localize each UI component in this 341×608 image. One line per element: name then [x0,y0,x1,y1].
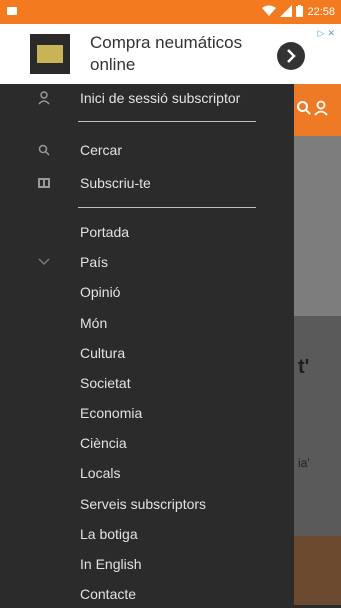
chevron-right-icon[interactable] [277,42,305,70]
menu-item-mon[interactable]: Món [0,309,294,337]
user-icon[interactable] [314,100,328,121]
menu-item-label: In English [80,556,142,572]
ad-text[interactable]: Compra neumáticos online [90,32,260,76]
menu-item-label: Opinió [80,284,121,300]
menu-item-label: Subscriu-te [80,175,151,191]
menu-item-subscribe[interactable]: Subscriu-te [0,169,294,197]
menu-item-label: Societat [80,375,131,391]
menu-item-serveis-subscriptors[interactable]: Serveis subscriptors [0,490,294,518]
menu-item-societat[interactable]: Societat [0,369,294,397]
text-fragment: ia' [298,456,310,470]
divider [78,207,256,208]
menu-item-label: Serveis subscriptors [80,496,207,512]
menu-item-opinio[interactable]: Opinió [0,278,294,306]
menu-item-label: Locals [80,465,121,481]
status-right: 22:58 [262,4,335,20]
background-photo [294,136,341,316]
search-icon[interactable] [296,100,312,121]
menu-item-in-english[interactable]: In English [0,550,294,578]
menu-item-ciencia[interactable]: Ciència [0,429,294,457]
notification-icon [6,5,18,20]
menu-item-label: Cultura [80,345,126,361]
menu-item-label: Ciència [80,435,127,451]
menu-item-label: Economia [80,405,143,421]
background-body: t' ia' [294,316,341,536]
menu-item-label: País [80,254,109,270]
ad-corner: ▷ ✕ [318,28,335,39]
menu-item-economia[interactable]: Economia [0,399,294,427]
signal-icon [280,4,293,20]
menu-item-locals[interactable]: Locals [0,459,294,487]
clock: 22:58 [307,6,335,18]
menu-item-label: Contacte [80,586,137,602]
menu-item-label: Inici de sessió subscriptor [80,90,241,106]
ad-logo [30,34,70,74]
background-header [294,84,341,136]
menu-item-label: Cercar [80,142,123,158]
ad-close-icon[interactable]: ✕ [327,28,335,39]
status-bar: 22:58 [0,0,341,24]
ad-banner[interactable]: Compra neumáticos online ▷ ✕ [0,24,341,84]
newspaper-icon [36,175,52,191]
menu-item-label: Portada [80,224,130,240]
wifi-icon [262,5,277,20]
menu-item-contacte[interactable]: Contacte [0,580,294,608]
chevron-down-icon[interactable] [36,254,52,270]
menu-item-cultura[interactable]: Cultura [0,339,294,367]
ad-choices-icon[interactable]: ▷ [318,28,325,39]
menu-item-label: Món [80,315,108,331]
menu-item-search[interactable]: Cercar [0,136,294,164]
divider [78,121,256,122]
headline-fragment: t' [298,356,310,378]
battery-icon [296,4,304,20]
menu-item-label: La botiga [80,526,138,542]
menu-item-portada[interactable]: Portada [0,218,294,246]
search-icon [36,142,52,158]
status-left [6,5,18,20]
background-page: t' ia' [294,84,341,605]
ad-logo-mark [37,45,63,63]
user-icon [36,90,52,106]
background-image [294,536,341,605]
menu-item-pais[interactable]: País [0,248,294,276]
navigation-drawer: Inici de sessió subscriptor Cercar Subsc… [0,84,294,605]
menu-item-la-botiga[interactable]: La botiga [0,520,294,548]
menu-item-account[interactable]: Inici de sessió subscriptor [0,84,294,112]
